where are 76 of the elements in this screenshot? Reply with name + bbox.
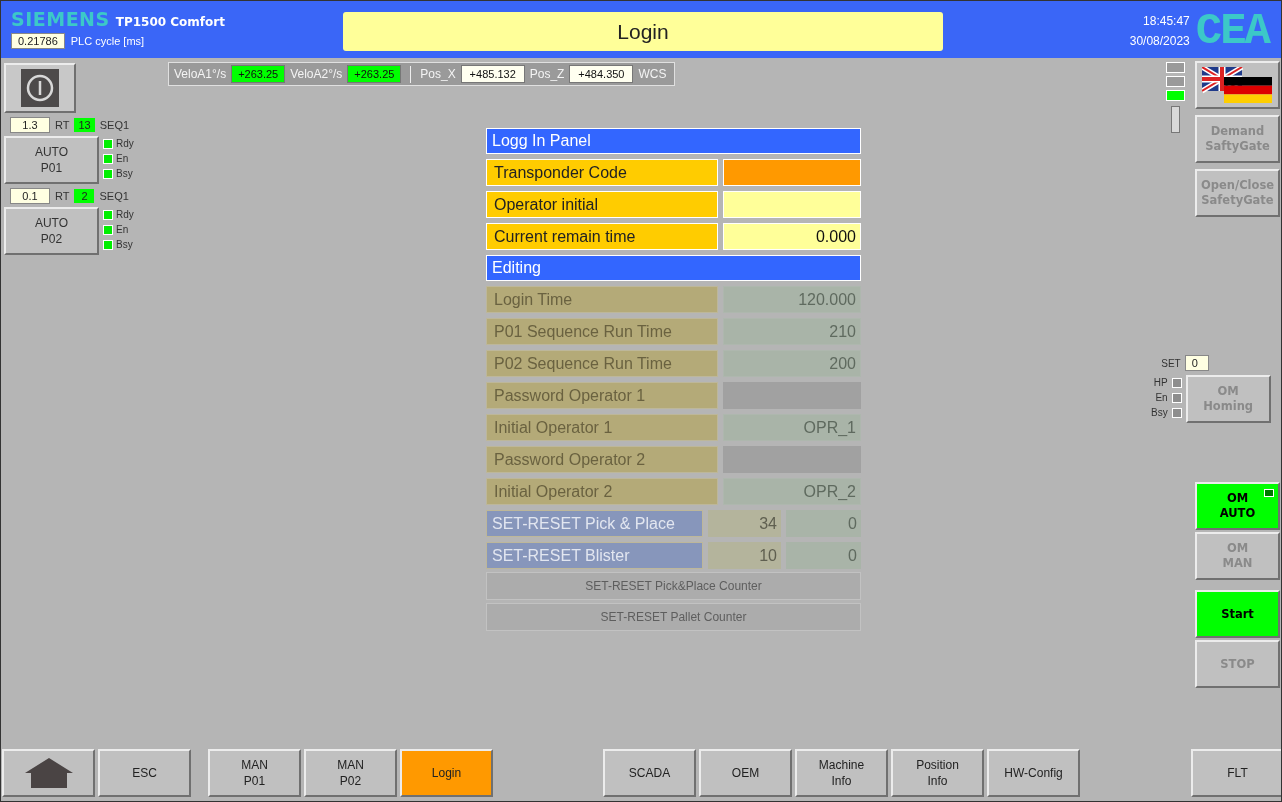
language-button[interactable]	[1195, 61, 1280, 109]
start-button[interactable]: Start	[1195, 590, 1280, 638]
status-value: +485.132	[460, 65, 525, 83]
field-label: Password Operator 1	[486, 382, 718, 409]
flags-icon	[1201, 67, 1274, 103]
counter-value: 10	[708, 542, 781, 569]
field-label: Password Operator 2	[486, 446, 718, 473]
status-value: +263.25	[347, 65, 402, 83]
sequence-label: SEQ1	[99, 119, 130, 131]
status-lamp-label: Rdy	[116, 138, 134, 149]
status-value: +484.350	[569, 65, 634, 83]
counter-value: 34	[708, 510, 781, 537]
power-icon	[21, 69, 59, 107]
coordinate-system-label: WCS	[638, 67, 667, 81]
field-label: P01 Sequence Run Time	[486, 318, 718, 345]
brand-logo: SIEMENS	[11, 8, 110, 30]
nav-button[interactable]: FLT	[1191, 749, 1281, 797]
auto-station-button[interactable]: AUTO P02	[4, 207, 99, 255]
status-value: +263.25	[231, 65, 286, 83]
set-label: SET	[1161, 357, 1181, 369]
nav-button[interactable]: SCADA	[603, 749, 696, 797]
nav-button[interactable]: Machine Info	[795, 749, 888, 797]
input-field[interactable]	[723, 159, 861, 186]
status-lamp-label: En	[116, 153, 129, 164]
panel-header: Logg In Panel	[486, 128, 861, 154]
nav-button[interactable]: MAN P01	[208, 749, 301, 797]
status-label: Pos_X	[420, 67, 456, 81]
nav-button[interactable]: HW-Config	[987, 749, 1080, 797]
field-label: Operator initial	[486, 191, 718, 218]
plc-cycle-label: PLC cycle [ms]	[70, 35, 145, 47]
status-lamp-label: Bsy	[1151, 407, 1168, 418]
status-lamp-label: Rdy	[116, 209, 134, 220]
vertical-gauge	[1171, 106, 1180, 133]
clock-date: 30/08/2023	[1129, 34, 1190, 48]
field-label: Initial Operator 1	[486, 414, 718, 441]
run-time-field: 1.3	[10, 117, 50, 133]
mode-button[interactable]: OM AUTO	[1195, 482, 1280, 530]
set-field: 0	[1184, 355, 1209, 371]
auto-station-button[interactable]: AUTO P01	[4, 136, 99, 184]
field-label: Initial Operator 2	[486, 478, 718, 505]
sequence-step-value: 2	[74, 189, 95, 203]
status-lamp-label: HP	[1153, 377, 1168, 388]
nav-button[interactable]: Position Info	[891, 749, 984, 797]
status-label: VeloA2°/s	[290, 67, 343, 81]
run-time-label: RT	[55, 190, 70, 202]
sequence-step-value: 13	[74, 118, 95, 132]
counter-label: SET-RESET Pick & Place	[486, 510, 703, 537]
company-logo: CEA	[1195, 9, 1269, 53]
counter-label: SET-RESET Blister	[486, 542, 703, 569]
panel-model: TP1500 Comfort	[115, 15, 225, 29]
input-field[interactable]: 0.000	[723, 223, 861, 250]
panel-header: Editing	[486, 255, 861, 281]
nav-button[interactable]: Login	[400, 749, 493, 797]
house-icon	[23, 757, 74, 789]
sequence-label: SEQ1	[99, 190, 129, 202]
status-lamp-label: En	[116, 224, 129, 235]
run-time-field: 0.1	[10, 188, 50, 204]
status-lamp-label: Bsy	[116, 239, 133, 250]
field-label: Current remain time	[486, 223, 718, 250]
nav-button[interactable]: MAN P02	[304, 749, 397, 797]
home-button[interactable]	[2, 749, 95, 797]
field-label: Transponder Code	[486, 159, 718, 186]
power-button[interactable]	[4, 63, 76, 113]
run-time-label: RT	[55, 119, 70, 131]
screen-title: Login	[343, 12, 943, 51]
status-label: Pos_Z	[529, 67, 565, 81]
plc-cycle-field: 0.21786	[11, 33, 65, 49]
status-lamp-label: Bsy	[116, 168, 133, 179]
field-label: Login Time	[486, 286, 718, 313]
status-label: VeloA1°/s	[174, 67, 227, 81]
nav-button[interactable]: OEM	[699, 749, 792, 797]
field-label: P02 Sequence Run Time	[486, 350, 718, 377]
clock-time: 18:45:47	[1143, 14, 1190, 28]
nav-button[interactable]: ESC	[98, 749, 191, 797]
input-field[interactable]	[723, 191, 861, 218]
status-lamp-label: En	[1155, 392, 1168, 403]
